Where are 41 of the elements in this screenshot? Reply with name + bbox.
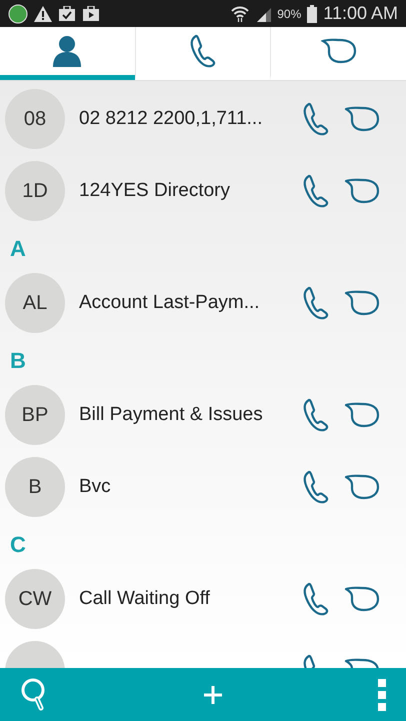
avatar: B: [5, 457, 65, 517]
clock: 11:00 AM: [323, 2, 398, 25]
contact-name[interactable]: Bill Payment & Issues: [79, 400, 302, 430]
warning-icon: [34, 6, 52, 22]
avatar: CW: [5, 569, 65, 629]
speech-bubble-icon[interactable]: [344, 586, 380, 612]
phone-icon[interactable]: [302, 286, 330, 320]
phone-icon[interactable]: [302, 398, 330, 432]
avatar: 08: [5, 89, 65, 149]
speech-bubble-icon[interactable]: [344, 402, 380, 428]
section-letter: B: [10, 347, 26, 375]
add-icon[interactable]: [203, 684, 223, 704]
contact-name[interactable]: Account Last-Paym...: [79, 288, 302, 318]
person-icon: [52, 35, 82, 67]
section-letter: C: [10, 531, 26, 559]
briefcase-play-icon: [82, 6, 100, 22]
battery-percent: 90%: [277, 6, 302, 22]
contact-name[interactable]: 02 8212 2200,1,711...: [79, 104, 302, 134]
speech-bubble-icon[interactable]: [344, 178, 380, 204]
signal-icon: [255, 6, 272, 22]
phone-icon: [189, 34, 217, 68]
section-letter: A: [10, 235, 26, 263]
speech-bubble-icon[interactable]: [344, 474, 380, 500]
contact-name[interactable]: Bvc: [79, 472, 302, 502]
avatar: BP: [5, 385, 65, 445]
speech-bubble-icon[interactable]: [344, 290, 380, 316]
phone-icon[interactable]: [302, 174, 330, 208]
phone-icon[interactable]: [302, 102, 330, 136]
avatar: 1D: [5, 161, 65, 221]
phone-icon[interactable]: [302, 470, 330, 504]
clipboard-check-icon: [58, 6, 76, 22]
phone-icon[interactable]: [302, 582, 330, 616]
avatar: AL: [5, 273, 65, 333]
status-dot-icon: [8, 4, 28, 24]
contact-name[interactable]: 124YES Directory: [79, 176, 302, 206]
speech-bubble-icon[interactable]: [344, 106, 380, 132]
more-menu-icon[interactable]: [378, 678, 386, 710]
contact-name[interactable]: Call Waiting Off: [79, 584, 302, 614]
speech-bubble-icon: [320, 38, 357, 64]
wifi-icon: [231, 4, 250, 22]
battery-icon: [307, 4, 318, 22]
